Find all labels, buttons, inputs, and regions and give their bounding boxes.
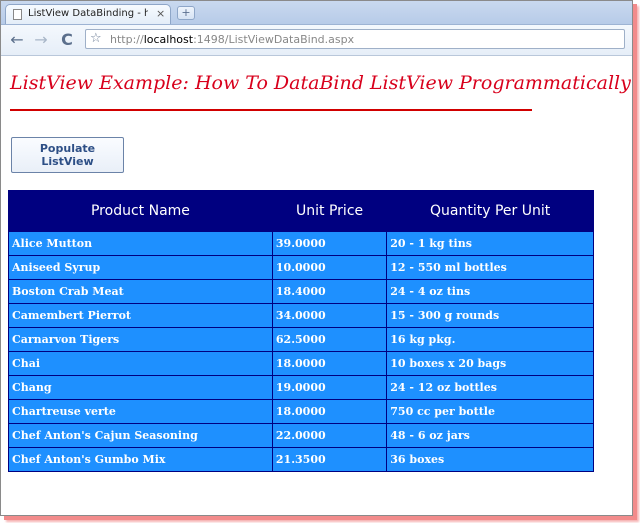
unit-price-cell: 19.0000 (271, 375, 388, 400)
listview-body: Alice Mutton 39.0000 20 - 1 kg tins Aniseed… (8, 231, 594, 472)
quantity-per-unit-cell: 48 - 6 oz jars (386, 423, 594, 448)
table-row: Boston Crab Meat 18.4000 24 - 4 oz tins (8, 279, 594, 304)
product-name-cell: Alice Mutton (8, 231, 273, 256)
table-row: Chef Anton's Gumbo Mix 21.3500 36 boxes (8, 447, 594, 472)
quantity-per-unit-cell: 12 - 550 ml bottles (386, 255, 594, 280)
unit-price-cell: 39.0000 (271, 231, 388, 256)
back-arrow-icon[interactable]: ← (7, 30, 27, 50)
tab-strip: ListView DataBinding - how ... × + (1, 1, 632, 25)
browser-toolbar: ← → C ☆ http://localhost:1498/ListViewDa… (1, 25, 632, 56)
url-host: localhost (143, 33, 194, 46)
forward-arrow-icon[interactable]: → (31, 30, 51, 50)
unit-price-cell: 18.0000 (271, 399, 388, 424)
url-scheme: http:// (110, 33, 144, 46)
unit-price-cell: 18.4000 (271, 279, 388, 304)
header-row: Product Name Unit Price Quantity Per Uni… (8, 190, 594, 232)
table-row: Alice Mutton 39.0000 20 - 1 kg tins (8, 231, 594, 256)
product-name-cell: Chai (8, 351, 273, 376)
browser-window: ListView DataBinding - how ... × + ← → C… (0, 0, 633, 516)
column-header-quantity-per-unit: Quantity Per Unit (386, 190, 594, 232)
product-name-cell: Boston Crab Meat (8, 279, 273, 304)
unit-price-cell: 34.0000 (271, 303, 388, 328)
heading-divider (10, 109, 532, 111)
table-row: Chartreuse verte 18.0000 750 cc per bottle (8, 399, 594, 424)
column-header-product-name: Product Name (8, 190, 273, 232)
quantity-per-unit-cell: 20 - 1 kg tins (386, 231, 594, 256)
table-row: Chef Anton's Cajun Seasoning 22.0000 48 - … (8, 423, 594, 448)
unit-price-cell: 62.5000 (271, 327, 388, 352)
unit-price-cell: 21.3500 (271, 447, 388, 472)
product-name-cell: Aniseed Syrup (8, 255, 273, 280)
unit-price-cell: 18.0000 (271, 351, 388, 376)
page-title: ListView Example: How To DataBind ListVi… (10, 72, 631, 94)
unit-price-cell: 22.0000 (271, 423, 388, 448)
quantity-per-unit-cell: 10 boxes x 20 bags (386, 351, 594, 376)
tab-close-icon[interactable]: × (156, 7, 165, 20)
new-tab-button[interactable]: + (177, 6, 195, 20)
browser-tab[interactable]: ListView DataBinding - how ... × (5, 4, 171, 24)
reload-icon[interactable]: C (57, 30, 77, 50)
populate-listview-button[interactable]: Populate ListView (11, 137, 124, 173)
column-header-unit-price: Unit Price (271, 190, 388, 232)
bookmark-star-icon[interactable]: ☆ (90, 31, 102, 46)
quantity-per-unit-cell: 16 kg pkg. (386, 327, 594, 352)
url-path: :1498/ListViewDataBind.aspx (193, 33, 355, 46)
product-name-cell: Carnarvon Tigers (8, 327, 273, 352)
table-row: Camembert Pierrot 34.0000 15 - 300 g round… (8, 303, 594, 328)
tab-title: ListView DataBinding - how ... (28, 8, 148, 19)
quantity-per-unit-cell: 24 - 4 oz tins (386, 279, 594, 304)
quantity-per-unit-cell: 36 boxes (386, 447, 594, 472)
product-name-cell: Chef Anton's Gumbo Mix (8, 447, 273, 472)
table-row: Aniseed Syrup 10.0000 12 - 550 ml bottles (8, 255, 594, 280)
product-name-cell: Chang (8, 375, 273, 400)
address-bar[interactable]: ☆ http://localhost:1498/ListViewDataBind… (85, 29, 625, 49)
product-name-cell: Chartreuse verte (8, 399, 273, 424)
product-name-cell: Chef Anton's Cajun Seasoning (8, 423, 273, 448)
product-name-cell: Camembert Pierrot (8, 303, 273, 328)
table-row: Chai 18.0000 10 boxes x 20 bags (8, 351, 594, 376)
quantity-per-unit-cell: 24 - 12 oz bottles (386, 375, 594, 400)
quantity-per-unit-cell: 750 cc per bottle (386, 399, 594, 424)
page-content: ListView Example: How To DataBind ListVi… (1, 56, 632, 515)
page-favicon-icon (13, 9, 22, 20)
table-row: Carnarvon Tigers 62.5000 16 kg pkg. (8, 327, 594, 352)
unit-price-cell: 10.0000 (271, 255, 388, 280)
product-listview: Product Name Unit Price Quantity Per Uni… (8, 190, 594, 472)
url-text: http://localhost:1498/ListViewDataBind.a… (110, 33, 354, 46)
table-row: Chang 19.0000 24 - 12 oz bottles (8, 375, 594, 400)
quantity-per-unit-cell: 15 - 300 g rounds (386, 303, 594, 328)
